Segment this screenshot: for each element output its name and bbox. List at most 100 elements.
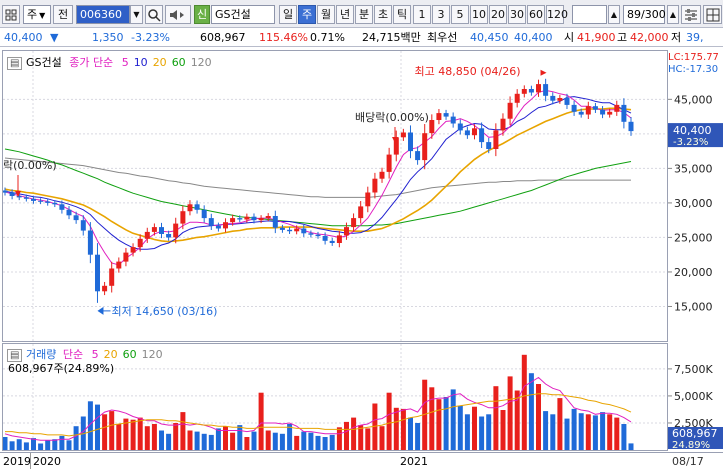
candle-body-2 — [16, 196, 22, 198]
stock-name-field[interactable]: GS건설 — [211, 5, 275, 24]
minute-spin-icon[interactable]: ▲ — [608, 5, 620, 24]
volume-bar-29 — [208, 434, 214, 450]
candle-body-66 — [472, 128, 477, 136]
volume-bar-77 — [550, 414, 556, 450]
ma-line-10 — [4, 96, 632, 250]
period-tab-1[interactable]: 주 — [298, 5, 316, 24]
count-field[interactable]: 89/300 — [623, 5, 666, 24]
candle-body-57 — [408, 132, 413, 152]
legend-close-icon[interactable]: ▤ — [7, 57, 23, 70]
volume-bar-10 — [73, 426, 79, 450]
credit-badge: 신 — [194, 5, 210, 24]
volume-bar-73 — [521, 354, 527, 450]
candle-body-36 — [258, 218, 264, 221]
best-quote-label: 최우선 — [427, 31, 458, 44]
stock-code-input[interactable]: 006360 — [76, 5, 130, 24]
volume-bar-28 — [201, 433, 207, 450]
volume-bar-79 — [564, 418, 570, 450]
minute-tab-30[interactable]: 30 — [508, 5, 526, 24]
date-label-2020: 2020 — [33, 455, 61, 468]
price-tick-label-1: 20,000 — [674, 266, 713, 279]
volume-bar-70 — [500, 410, 506, 450]
date-label-2021: 2021 — [400, 455, 428, 468]
minute-tab-10[interactable]: 10 — [470, 5, 488, 24]
candle-body-44 — [315, 234, 321, 237]
volume-bar-16 — [116, 424, 122, 450]
volume-axis: 2,500K 5,000K 7,500K 608,967 24.89% — [668, 343, 723, 451]
minute-tab-120[interactable]: 120 — [546, 5, 568, 24]
period-tab-5[interactable]: 초 — [374, 5, 392, 24]
candle-body-77 — [550, 95, 556, 101]
volume-bar-56 — [400, 408, 406, 450]
candle-body-35 — [251, 216, 257, 221]
volume-bar-25 — [180, 412, 186, 450]
candle-body-34 — [244, 216, 250, 220]
volume-bar-33 — [237, 425, 243, 450]
lc-label: LC:175.77 — [668, 52, 719, 63]
minute-tab-5[interactable]: 5 — [451, 5, 469, 24]
candle-body-5 — [38, 200, 44, 202]
search-icon[interactable] — [145, 5, 163, 24]
date-divider — [30, 453, 31, 469]
minute-tab-1[interactable]: 1 — [413, 5, 431, 24]
speaker-icon[interactable] — [165, 5, 191, 24]
price-chart-pane[interactable]: 최고 48,850 (04/26) 최저 14,650 (03/16) 배당락(0.… — [2, 50, 668, 342]
volume-bar-64 — [457, 405, 463, 450]
volume-bar-2 — [16, 439, 22, 450]
price-tick-label-2: 25,000 — [674, 231, 713, 244]
volume-bar-36 — [258, 392, 264, 450]
volume-bar-26 — [187, 430, 193, 450]
candle-body-88 — [628, 121, 634, 132]
legend-ma-20: 20 — [152, 56, 167, 69]
market-select[interactable]: 주 ▼ — [23, 5, 51, 24]
minute-tab-60[interactable]: 60 — [527, 5, 545, 24]
candle-body-52 — [372, 178, 378, 193]
candle-body-76 — [543, 84, 549, 96]
prev-button[interactable]: 전 — [53, 5, 73, 24]
candle-body-62 — [443, 113, 449, 117]
price-axis-svg: 15,00020,00025,00030,00035,00040,00045,0… — [668, 93, 723, 313]
volume-bar-58 — [415, 423, 421, 450]
volume-bar-78 — [557, 398, 563, 450]
minute-tab-20[interactable]: 20 — [489, 5, 507, 24]
grid-icon[interactable] — [2, 5, 20, 24]
minute-tab-3[interactable]: 3 — [432, 5, 450, 24]
candle-body-23 — [166, 234, 172, 238]
period-tab-4[interactable]: 분 — [355, 5, 373, 24]
volume-bar-53 — [379, 426, 385, 450]
volume-bar-5 — [38, 443, 44, 450]
open-price: 41,900 — [577, 31, 616, 44]
candle-body-58 — [415, 151, 421, 161]
volume-bar-61 — [436, 399, 442, 450]
settings-icon[interactable] — [681, 5, 701, 24]
volume-legend-ma-120: 120 — [141, 348, 163, 361]
volume-bar-85 — [607, 414, 613, 450]
candle-body-6 — [45, 201, 51, 203]
candle-body-59 — [422, 133, 428, 161]
candle-body-48 — [344, 227, 349, 236]
price-legend: ▤ GS건설 종가 단순 5 10 20 60 120 — [7, 54, 212, 70]
candle-body-61 — [436, 113, 442, 120]
volume-bar-35 — [251, 431, 257, 450]
volume-bar-27 — [194, 431, 200, 450]
candle-body-78 — [557, 98, 563, 101]
period-tab-2[interactable]: 월 — [317, 5, 335, 24]
volume-chart-pane[interactable]: ▤ 거래량 단순 5 20 60 120 608,967주(24.89%) — [2, 343, 668, 451]
main-toolbar: 주 ▼ 전 006360 ▼ 신 GS건설 일주월년분초틱 1 3 5 10 20 30 60… — [0, 0, 723, 28]
hc-label: HC:-17.30 — [668, 64, 719, 75]
volume-bar-41 — [294, 435, 300, 450]
candle-body-25 — [180, 211, 186, 224]
date-end-label: 08/17 — [672, 455, 704, 468]
grid-layout-icon[interactable] — [703, 5, 722, 24]
candle-body-54 — [386, 154, 392, 172]
candle-body-87 — [621, 104, 627, 122]
period-tab-0[interactable]: 일 — [279, 5, 297, 24]
count-spin-icon[interactable]: ▲ — [667, 5, 679, 24]
period-tab-6[interactable]: 틱 — [393, 5, 411, 24]
down-arrow-icon: ▼ — [50, 31, 59, 44]
code-dropdown-icon[interactable]: ▼ — [130, 5, 143, 24]
period-tab-3[interactable]: 년 — [336, 5, 354, 24]
minute-input[interactable] — [572, 5, 607, 24]
annot-dividend-label-2: 락(0.00%) — [3, 159, 57, 172]
candle-body-17 — [123, 252, 129, 262]
